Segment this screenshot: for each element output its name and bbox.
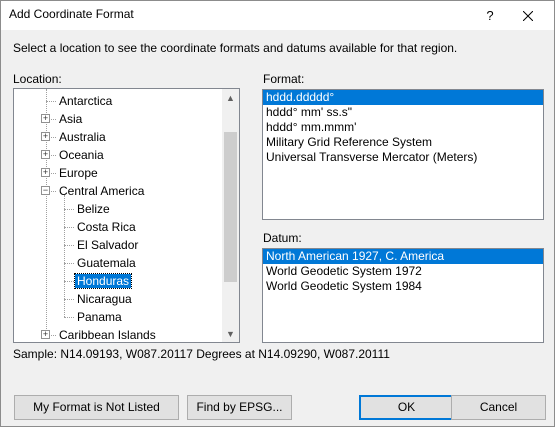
datum-label-text: Datum: — [263, 231, 302, 245]
expand-icon[interactable]: + — [41, 330, 50, 339]
chevron-up-icon: ▲ — [226, 92, 235, 103]
tree-item-label: Nicaragua — [77, 292, 132, 306]
format-list-item[interactable]: Military Grid Reference System — [263, 135, 543, 150]
expand-icon[interactable]: + — [41, 150, 50, 159]
expand-icon[interactable]: + — [41, 168, 50, 177]
expand-icon[interactable]: + — [41, 114, 50, 123]
scroll-thumb[interactable] — [224, 132, 237, 282]
tree-item-label: Honduras — [73, 273, 133, 289]
datum-label: Datum: — [263, 231, 302, 245]
tree-item[interactable]: Costa Rica — [75, 218, 138, 236]
tree-branch-line — [64, 299, 74, 300]
tree-item[interactable]: Belize — [75, 200, 112, 218]
datum-list[interactable]: North American 1927, C. America World Geo… — [262, 248, 544, 343]
tree-item-label: Australia — [59, 130, 106, 144]
tree-item-label: Guatemala — [77, 256, 136, 270]
close-icon — [523, 10, 533, 21]
tree-item[interactable]: Antarctica — [57, 92, 114, 110]
title-bar: Add Coordinate Format ? — [1, 1, 554, 30]
tree-item[interactable]: Caribbean Islands — [57, 326, 158, 342]
tree-item[interactable]: Nicaragua — [75, 290, 134, 308]
tree-item[interactable]: Honduras — [73, 272, 133, 290]
tree-item-label: Central America — [59, 184, 145, 198]
location-tree[interactable]: Antarctica + Asia + Australia + Oceania + Europe… — [13, 88, 240, 343]
tree-item[interactable]: Guatemala — [75, 254, 138, 272]
add-coordinate-format-dialog: Add Coordinate Format ? Select a locatio… — [0, 0, 555, 427]
datum-list-item[interactable]: World Geodetic System 1984 — [263, 279, 543, 294]
tree-item-label: El Salvador — [77, 238, 139, 252]
scroll-up-button[interactable]: ▲ — [222, 89, 239, 106]
tree-branch-line — [64, 263, 74, 264]
instruction-text: Select a location to see the coordinate … — [13, 41, 458, 55]
tree-item-label: Belize — [77, 202, 110, 216]
sample-text: Sample: N14.09193, W087.20117 Degrees at… — [13, 347, 390, 361]
find-by-epsg-button[interactable]: Find by EPSG... — [187, 395, 292, 420]
tree-branch-line — [64, 281, 74, 282]
location-label: Location: — [13, 72, 62, 86]
expand-icon[interactable]: + — [41, 132, 50, 141]
tree-item[interactable]: Oceania — [57, 146, 106, 164]
close-button[interactable] — [507, 1, 549, 30]
tree-item-label: Europe — [59, 166, 98, 180]
tree-item-label: Costa Rica — [77, 220, 136, 234]
help-button[interactable]: ? — [469, 1, 511, 30]
format-list-item[interactable]: Universal Transverse Mercator (Meters) — [263, 150, 543, 165]
tree-item[interactable]: Central America — [57, 182, 146, 200]
tree-item[interactable]: El Salvador — [75, 236, 140, 254]
format-list[interactable]: hddd.ddddd° hddd° mm' ss.s" hddd° mm.mmm' M… — [262, 89, 544, 220]
datum-list-item[interactable]: World Geodetic System 1972 — [263, 264, 543, 279]
datum-list-item[interactable]: North American 1927, C. America — [263, 249, 543, 264]
format-label: Format: — [263, 72, 304, 86]
tree-branch-line — [64, 317, 74, 318]
tree-item-label: Oceania — [59, 148, 104, 162]
format-list-item[interactable]: hddd.ddddd° — [263, 90, 543, 105]
tree-item[interactable]: Europe — [57, 164, 100, 182]
format-list-item[interactable]: hddd° mm' ss.s" — [263, 105, 543, 120]
tree-guide-line — [46, 89, 47, 335]
tree-item-label: Panama — [77, 310, 122, 324]
cancel-button[interactable]: Cancel — [451, 395, 546, 420]
help-icon: ? — [486, 8, 494, 23]
tree-item-label: Caribbean Islands — [59, 328, 156, 342]
tree-branch-line — [64, 209, 74, 210]
tree-item-label: Antarctica — [59, 94, 113, 108]
ok-button[interactable]: OK — [359, 395, 454, 420]
format-list-item[interactable]: hddd° mm.mmm' — [263, 120, 543, 135]
tree-item[interactable]: Asia — [57, 110, 84, 128]
format-label-text: Format: — [263, 72, 305, 86]
tree-branch-line — [46, 101, 56, 102]
my-format-not-listed-button[interactable]: My Format is Not Listed — [14, 395, 179, 420]
tree-item[interactable]: Australia — [57, 128, 108, 146]
tree-item[interactable]: Panama — [75, 308, 124, 326]
chevron-down-icon: ▼ — [226, 328, 235, 339]
tree-branch-line — [64, 245, 74, 246]
location-label-text: Location: — [13, 72, 62, 86]
scroll-down-button[interactable]: ▼ — [222, 325, 239, 342]
location-tree-scrollbar[interactable]: ▲ ▼ — [222, 89, 239, 342]
collapse-icon[interactable]: − — [41, 186, 50, 195]
tree-item-label: Asia — [59, 112, 83, 126]
dialog-title: Add Coordinate Format — [9, 7, 134, 21]
tree-branch-line — [64, 227, 74, 228]
